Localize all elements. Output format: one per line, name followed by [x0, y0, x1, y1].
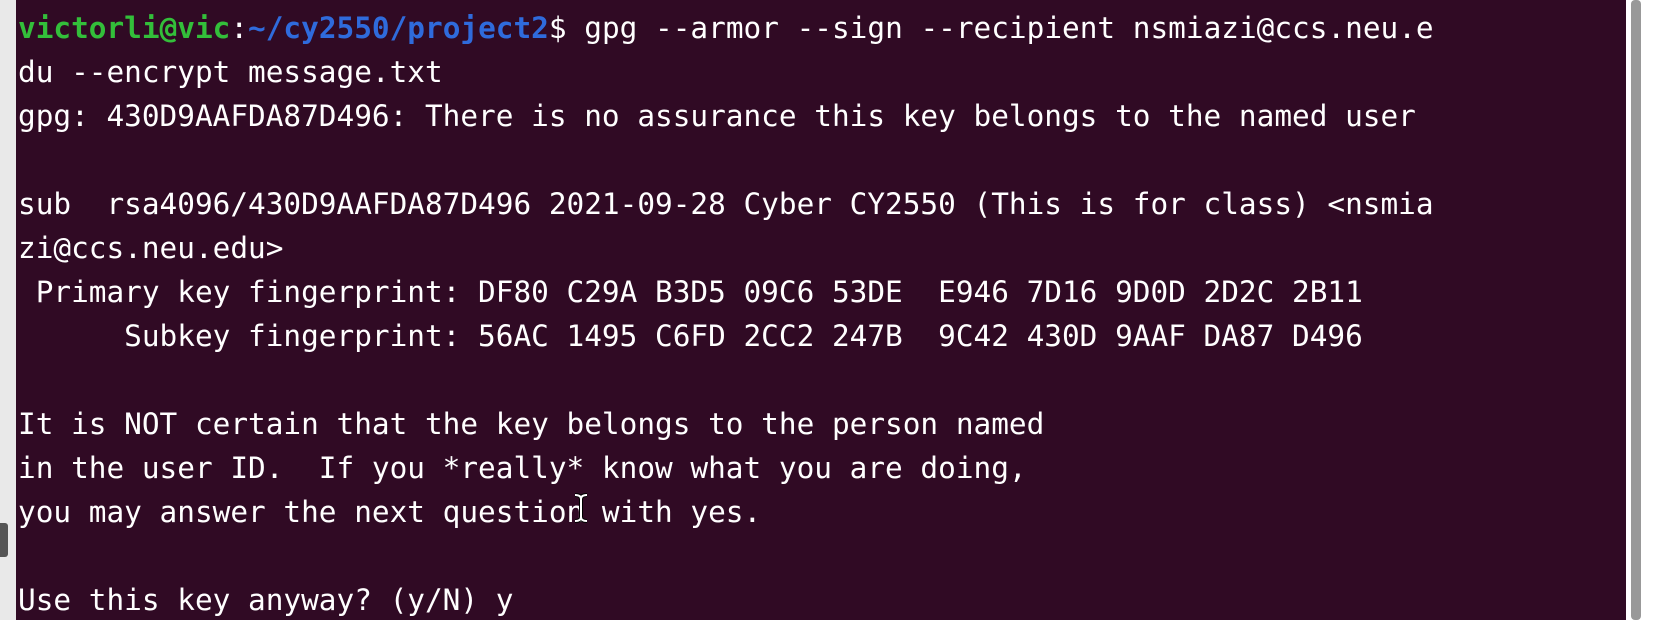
command-text-part1: gpg --armor --sign --recipient nsmiazi@c… — [566, 11, 1434, 45]
scrollbar-thumb[interactable] — [1631, 0, 1641, 620]
text-cursor-icon — [574, 493, 588, 523]
output-line: zi@ccs.neu.edu> — [18, 231, 284, 265]
command-line-1: victorli@vic:~/cy2550/project2$ gpg --ar… — [18, 6, 1626, 50]
prompt-path: ~/cy2550/project2 — [248, 11, 549, 45]
scrollbar[interactable] — [1626, 0, 1666, 620]
output-line: you may answer the next question with ye… — [18, 495, 762, 529]
prompt-symbol: $ — [548, 11, 567, 45]
output-line: in the user ID. If you *really* know wha… — [18, 451, 1027, 485]
prompt-user-host: victorli@vic — [18, 11, 231, 45]
output-line: Primary key fingerprint: DF80 C29A B3D5 … — [18, 275, 1363, 309]
terminal-window[interactable]: victorli@vic:~/cy2550/project2$ gpg --ar… — [16, 0, 1626, 620]
prompt-separator: : — [230, 11, 249, 45]
output-line: sub rsa4096/430D9AAFDA87D496 2021-09-28 … — [18, 187, 1434, 221]
window-left-edge — [0, 0, 16, 620]
output-line: It is NOT certain that the key belongs t… — [18, 407, 1045, 441]
output-line: gpg: 430D9AAFDA87D496: There is no assur… — [18, 99, 1416, 133]
side-tab-handle[interactable] — [0, 523, 8, 557]
terminal-output: victorli@vic:~/cy2550/project2$ gpg --ar… — [18, 6, 1626, 620]
command-line-2: du --encrypt message.txt — [18, 55, 443, 89]
output-line: Use this key anyway? (y/N) y — [18, 583, 514, 617]
output-line: Subkey fingerprint: 56AC 1495 C6FD 2CC2 … — [18, 319, 1363, 353]
